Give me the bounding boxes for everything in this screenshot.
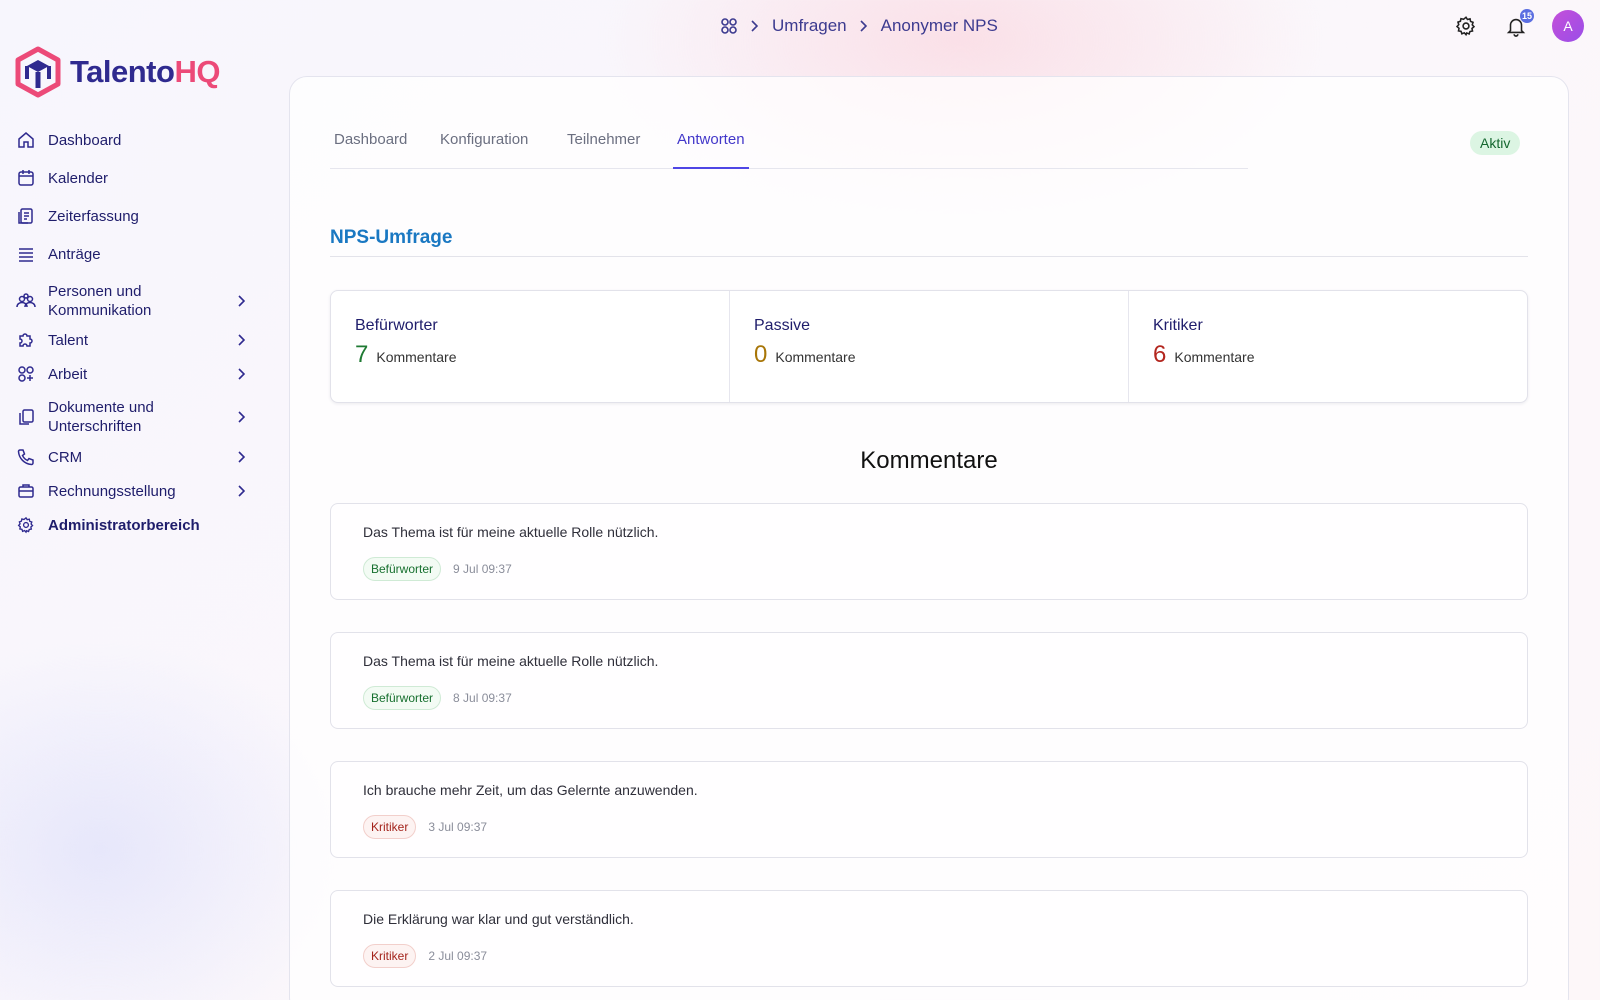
stat-unit: Kommentare <box>376 349 457 365</box>
comment-tag: Befürworter <box>363 557 442 581</box>
chevron-right-icon <box>750 19 760 33</box>
sidebar-item-label: Dashboard <box>48 131 122 149</box>
comment-date: 9 Jul 09:37 <box>453 562 512 576</box>
gear-icon <box>1455 15 1477 37</box>
sidebar-item-talent[interactable]: Talent <box>16 330 248 350</box>
sidebar-item-label: Kalender <box>48 169 109 187</box>
stat-count: 6 <box>1153 341 1167 368</box>
stat-label: Befürworter <box>355 317 438 334</box>
comment-date: 3 Jul 09:37 <box>428 820 488 834</box>
stat-detractors: Kritiker 6 Kommentare <box>1129 291 1527 402</box>
chevron-right-icon <box>859 19 869 33</box>
comment-tag: Kritiker <box>363 944 417 968</box>
home-icon <box>16 130 36 150</box>
stat-count: 7 <box>355 341 369 368</box>
chevron-right-icon <box>234 367 248 381</box>
comment-text: Die Erklärung war klar und gut verständl… <box>363 911 634 927</box>
notification-badge: 15 <box>1519 9 1534 23</box>
status-badge: Aktiv <box>1470 131 1521 155</box>
sidebar-item-label: Rechnungsstellung <box>48 482 176 500</box>
main-content: Dashboard Konfiguration Teilnehmer Antwo… <box>289 76 1569 1000</box>
chevron-right-icon <box>234 484 248 498</box>
sidebar-item-label: Anträge <box>48 245 101 263</box>
sidebar-item-kalender[interactable]: Kalender <box>16 168 248 188</box>
comment-text: Das Thema ist für meine aktuelle Rolle n… <box>363 653 659 669</box>
sidebar-item-label: Administratorbereich <box>48 516 200 534</box>
tab-antworten[interactable]: Antworten <box>673 127 749 169</box>
sidebar-item-crm[interactable]: CRM <box>16 447 248 467</box>
briefcase-icon <box>16 481 36 501</box>
chevron-right-icon <box>234 294 248 308</box>
stat-count: 0 <box>754 341 768 368</box>
comment-tag: Kritiker <box>363 815 417 839</box>
sidebar-item-dokumente-und-unterschriften[interactable]: Dokumente und Unterschriften <box>16 398 248 436</box>
stat-promoters: Befürworter 7 Kommentare <box>331 291 730 402</box>
chevron-right-icon <box>234 450 248 464</box>
gear-icon <box>16 515 36 535</box>
sidebar-item-zeiterfassung[interactable]: Zeiterfassung <box>16 206 248 226</box>
sidebar-item-personen-und-kommunikation[interactable]: Personen und Kommunikation <box>16 282 248 320</box>
comment-card: Die Erklärung war klar und gut verständl… <box>330 890 1528 987</box>
comment-text: Das Thema ist für meine aktuelle Rolle n… <box>363 524 659 540</box>
phone-icon <box>16 447 36 467</box>
comment-tag: Befürworter <box>363 686 442 710</box>
sidebar-item-label: Arbeit <box>48 365 88 383</box>
tab-konfiguration[interactable]: Konfiguration <box>436 127 532 169</box>
breadcrumb-link-umfragen[interactable]: Umfragen <box>772 16 847 36</box>
cube-logo-icon <box>14 46 62 98</box>
breadcrumb: Umfragen Anonymer NPS <box>720 16 998 36</box>
comment-date: 8 Jul 09:37 <box>453 691 512 705</box>
logo-text-part2: HQ <box>174 54 220 89</box>
sidebar-item-rechnungsstellung[interactable]: Rechnungsstellung <box>16 481 248 501</box>
documents-icon <box>16 407 36 427</box>
breadcrumb-current: Anonymer NPS <box>880 16 998 35</box>
sidebar-item-arbeit[interactable]: Arbeit <box>16 364 248 384</box>
sidebar-item-antraege[interactable]: Anträge <box>16 244 248 264</box>
comment-card: Das Thema ist für meine aktuelle Rolle n… <box>330 503 1528 600</box>
avatar[interactable]: A <box>1552 10 1584 42</box>
sidebar-item-label: Talent <box>48 331 89 349</box>
nps-stats: Befürworter 7 Kommentare Passive 0 Komme… <box>330 290 1528 403</box>
sidebar-item-label: CRM <box>48 448 83 466</box>
chevron-right-icon <box>234 333 248 347</box>
stat-passives: Passive 0 Kommentare <box>730 291 1129 402</box>
people-icon <box>16 291 36 311</box>
stat-label: Passive <box>754 317 811 334</box>
notifications-button[interactable]: 15 <box>1502 9 1534 40</box>
comment-card: Das Thema ist für meine aktuelle Rolle n… <box>330 632 1528 729</box>
comment-date: 2 Jul 09:37 <box>428 949 488 963</box>
apps-grid-icon[interactable] <box>720 17 738 35</box>
sidebar-item-dashboard[interactable]: Dashboard <box>16 130 248 150</box>
settings-button[interactable] <box>1452 12 1480 40</box>
sidebar-item-label: Zeiterfassung <box>48 207 139 225</box>
comments-heading: Kommentare <box>860 447 998 474</box>
grid-icon <box>16 364 36 384</box>
sidebar-item-label: Dokumente und Unterschriften <box>48 399 154 435</box>
logo[interactable]: TalentoHQ <box>14 46 220 98</box>
sidebar-item-label: Personen und Kommunikation <box>48 283 152 319</box>
clipboard-icon <box>16 206 36 226</box>
section-title: NPS-Umfrage <box>330 227 1528 257</box>
tab-teilnehmer[interactable]: Teilnehmer <box>563 127 644 169</box>
logo-text-part1: Talento <box>70 54 175 89</box>
puzzle-icon <box>16 330 36 350</box>
sidebar: TalentoHQ Dashboard Kalender Zeiterfassu… <box>0 44 260 1000</box>
stat-label: Kritiker <box>1153 317 1203 334</box>
chevron-right-icon <box>234 410 248 424</box>
top-actions: 15 A <box>1452 9 1584 42</box>
tab-bar: Dashboard Konfiguration Teilnehmer Antwo… <box>330 127 1248 169</box>
list-icon <box>16 244 36 264</box>
comment-text: Ich brauche mehr Zeit, um das Gelernte a… <box>363 782 698 798</box>
stat-unit: Kommentare <box>775 349 856 365</box>
calendar-icon <box>16 168 36 188</box>
logo-text: TalentoHQ <box>70 54 220 90</box>
comment-card: Ich brauche mehr Zeit, um das Gelernte a… <box>330 761 1528 858</box>
stat-unit: Kommentare <box>1174 349 1255 365</box>
sidebar-item-administratorbereich[interactable]: Administratorbereich <box>16 515 248 535</box>
tab-dashboard[interactable]: Dashboard <box>330 127 411 169</box>
